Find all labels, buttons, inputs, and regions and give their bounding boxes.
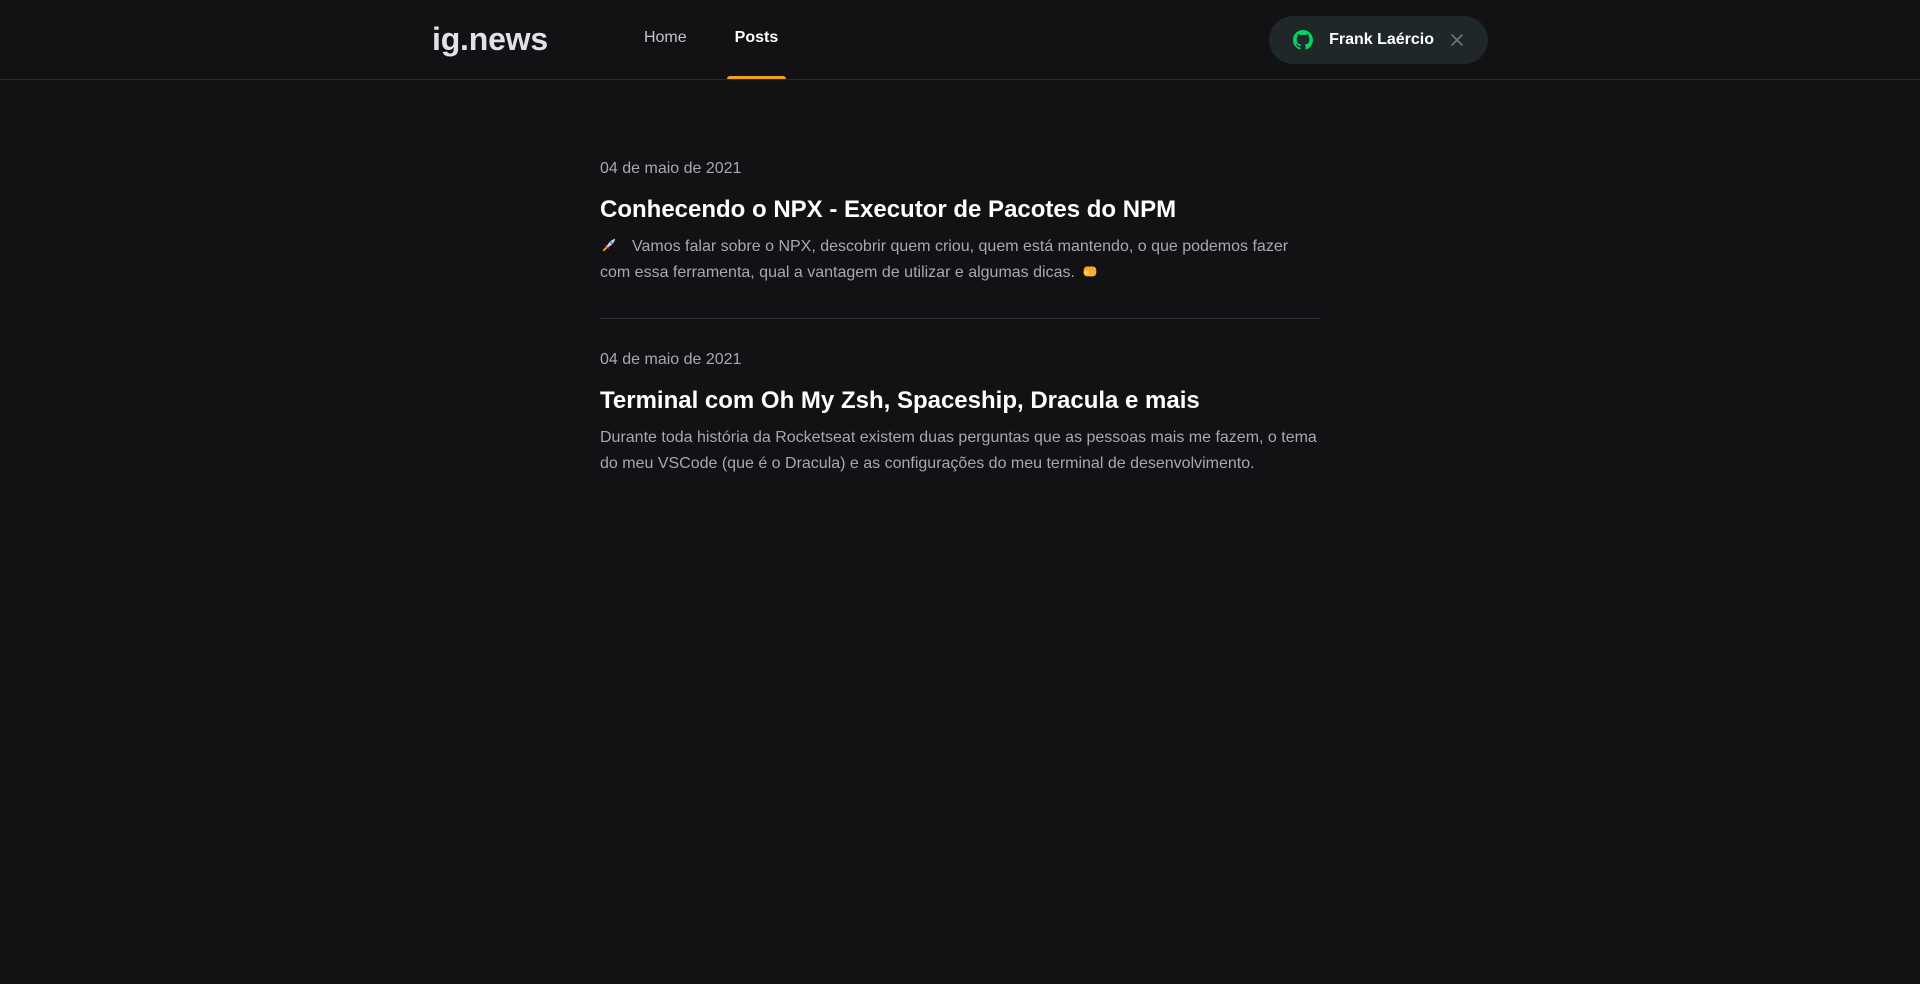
github-icon	[1293, 29, 1314, 50]
rocket-icon	[602, 238, 616, 252]
header-content: ig.news Home Posts Frank Laércio	[432, 0, 1488, 80]
posts-main: 04 de maio de 2021 Conhecendo o NPX - Ex…	[600, 80, 1320, 477]
fist-icon	[1084, 266, 1097, 277]
post-item[interactable]: 04 de maio de 2021 Terminal com Oh My Zs…	[600, 318, 1320, 477]
post-title[interactable]: Terminal com Oh My Zsh, Spaceship, Dracu…	[600, 385, 1320, 417]
close-icon[interactable]	[1450, 33, 1464, 47]
post-title[interactable]: Conhecendo o NPX - Executor de Pacotes d…	[600, 194, 1320, 226]
post-excerpt: Vamos falar sobre o NPX, descobrir quem …	[600, 234, 1320, 286]
nav-home-link[interactable]: Home	[636, 0, 695, 78]
username-label: Frank Laércio	[1329, 30, 1434, 48]
site-logo[interactable]: ig.news	[432, 21, 548, 58]
site-header: ig.news Home Posts Frank Laércio	[0, 0, 1920, 80]
post-item[interactable]: 04 de maio de 2021 Conhecendo o NPX - Ex…	[600, 160, 1320, 286]
github-signout-button[interactable]: Frank Laércio	[1269, 15, 1488, 64]
post-excerpt: Durante toda história da Rocketseat exis…	[600, 429, 1317, 472]
post-date: 04 de maio de 2021	[600, 351, 742, 368]
main-nav: Home Posts	[636, 0, 818, 80]
post-excerpt-text: Vamos falar sobre o NPX, descobrir quem …	[600, 238, 1289, 281]
nav-posts-link[interactable]: Posts	[726, 0, 787, 79]
post-date: 04 de maio de 2021	[600, 160, 742, 177]
